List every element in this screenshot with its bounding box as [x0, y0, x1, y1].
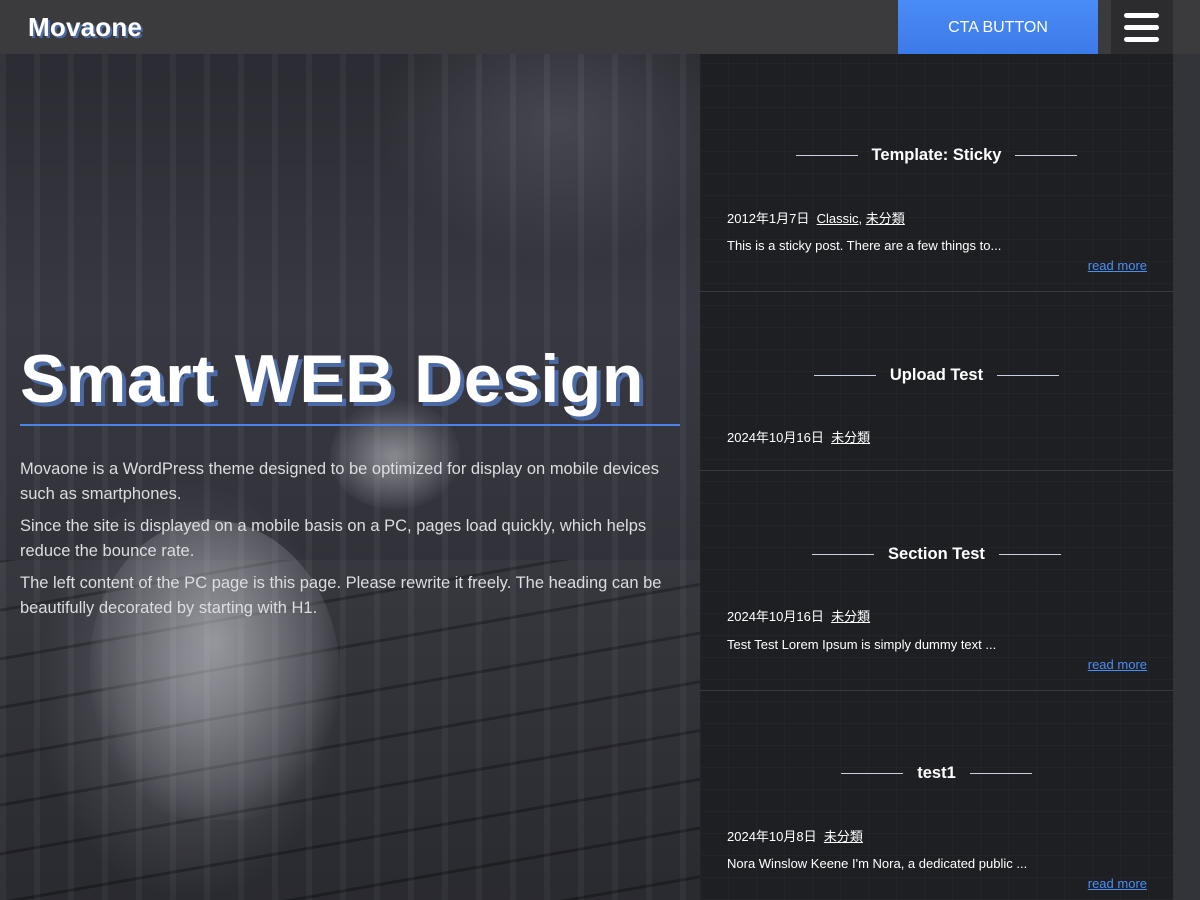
site-logo[interactable]: Movaone [28, 12, 142, 43]
hero-title-underline [20, 424, 680, 426]
category-link[interactable]: 未分類 [866, 211, 905, 226]
post-date: 2012年1月7日 [727, 211, 810, 226]
post-meta: 2024年10月16日 未分類 [727, 606, 870, 625]
menu-bar [1124, 25, 1159, 30]
post-date: 2024年10月16日 [727, 430, 824, 445]
post-title[interactable]: Section Test [888, 545, 985, 563]
post-excerpt: This is a sticky post. There are a few t… [727, 238, 1002, 253]
hero-title: Smart WEB Design [20, 341, 644, 417]
menu-bar [1124, 37, 1159, 42]
read-more-link[interactable]: read more [1088, 258, 1147, 273]
site-header: Movaone CTA BUTTON [0, 0, 1200, 54]
hero-paragraph: The left content of the PC page is this … [20, 574, 662, 617]
post-divider [700, 291, 1173, 292]
post-title-row: test1 [700, 764, 1173, 783]
read-more-link[interactable]: read more [1088, 876, 1147, 891]
post-title[interactable]: test1 [917, 764, 956, 782]
cta-button[interactable]: CTA BUTTON [898, 0, 1098, 54]
menu-bar [1124, 13, 1159, 18]
category-link[interactable]: 未分類 [824, 829, 863, 844]
post-title-row: Section Test [700, 545, 1173, 564]
post-date: 2024年10月16日 [727, 609, 824, 624]
post-title-row: Upload Test [700, 366, 1173, 385]
title-divider [1015, 155, 1078, 157]
post-title[interactable]: Template: Sticky [872, 146, 1002, 164]
post-divider [700, 690, 1173, 691]
hamburger-menu-icon[interactable] [1111, 0, 1173, 54]
post-title-row: Template: Sticky [700, 146, 1173, 165]
title-divider [997, 375, 1060, 377]
post-excerpt: Test Test Lorem Ipsum is simply dummy te… [727, 637, 997, 652]
post-list: Template: Sticky 2012年1月7日 Classic, 未分類 … [700, 54, 1173, 900]
hero-paragraph: Movaone is a WordPress theme designed to… [20, 460, 659, 503]
page: Movaone CTA BUTTON Smart WEB Design Mova… [0, 0, 1200, 900]
post-title[interactable]: Upload Test [890, 366, 983, 384]
post-meta: 2012年1月7日 Classic, 未分類 [727, 211, 905, 226]
post-date: 2024年10月8日 [727, 829, 817, 844]
hero-paragraph: Since the site is displayed on a mobile … [20, 517, 647, 560]
title-divider [841, 773, 904, 775]
category-link[interactable]: Classic [817, 211, 859, 226]
title-divider [998, 554, 1061, 556]
read-more-link[interactable]: read more [1088, 657, 1147, 672]
post-meta: 2024年10月8日 未分類 [727, 826, 863, 845]
title-divider [795, 155, 858, 157]
post-meta: 2024年10月16日 未分類 [727, 427, 870, 446]
post-excerpt: Nora Winslow Keene I'm Nora, a dedicated… [727, 856, 1028, 871]
post-divider [700, 470, 1173, 471]
title-divider [813, 375, 876, 377]
scroll-gutter [1173, 54, 1200, 900]
category-link[interactable]: 未分類 [831, 609, 870, 624]
hero-content: Smart WEB Design Movaone is a WordPress … [20, 340, 700, 621]
title-divider [812, 554, 875, 556]
title-divider [969, 773, 1032, 775]
category-link[interactable]: 未分類 [831, 430, 870, 445]
